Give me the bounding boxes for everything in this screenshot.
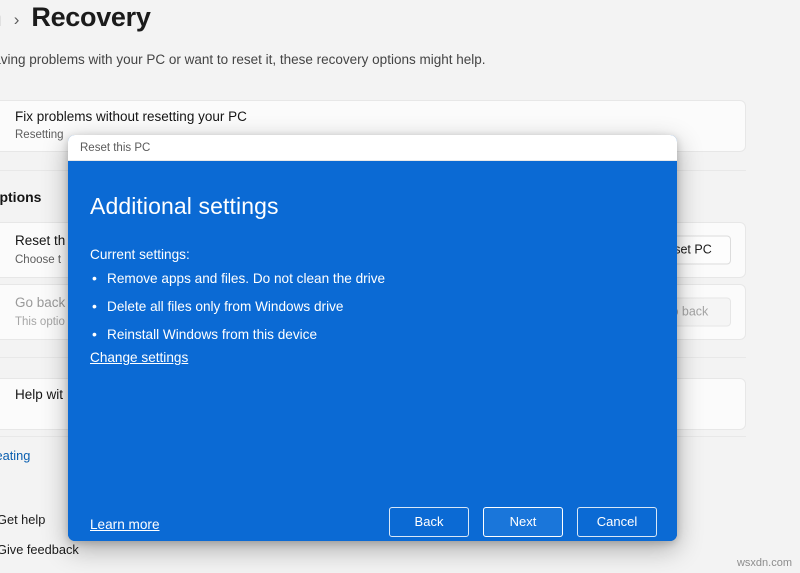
row-subtitle: Choose t: [15, 254, 62, 266]
current-settings-list: Remove apps and files. Do not clean the …: [90, 270, 385, 355]
list-item: Remove apps and files. Do not clean the …: [90, 270, 385, 286]
learn-more-link[interactable]: Learn more: [90, 517, 160, 532]
page-description: re having problems with your PC or want …: [0, 52, 486, 67]
dialog-titlebar[interactable]: Reset this PC: [68, 135, 677, 161]
row-title: Fix problems without resetting your PC: [15, 109, 247, 124]
breadcrumb-parent[interactable]: stem: [0, 2, 2, 33]
page-title: Recovery: [31, 2, 151, 32]
row-subtitle: Resetting: [15, 129, 64, 141]
list-item: Delete all files only from Windows drive: [90, 298, 385, 314]
get-help-link[interactable]: Get help: [0, 512, 45, 527]
row-subtitle: This optio: [15, 316, 65, 328]
screenshot-root: stem › Recovery re having problems with …: [0, 0, 800, 573]
reset-this-pc-dialog: Reset this PC Additional settings Curren…: [68, 135, 677, 541]
row-title: Reset th: [15, 233, 66, 248]
section-heading: ery options: [0, 189, 42, 205]
breadcrumb: stem › Recovery: [0, 2, 151, 33]
watermark: wsxdn.com: [736, 557, 792, 569]
back-button[interactable]: Back: [389, 507, 469, 537]
dialog-body: Additional settings Current settings: Re…: [68, 161, 677, 541]
dialog-button-group: Back Next Cancel: [389, 507, 657, 537]
list-item: Reinstall Windows from this device: [90, 326, 385, 342]
row-title: Help wit: [15, 387, 64, 402]
change-settings-link[interactable]: Change settings: [90, 350, 188, 365]
dialog-heading: Additional settings: [90, 193, 279, 219]
dialog-subheading: Current settings:: [90, 247, 190, 262]
row-title: Go back: [15, 295, 66, 310]
dialog-title: Reset this PC: [80, 141, 151, 154]
cancel-button[interactable]: Cancel: [577, 507, 657, 537]
creating-link[interactable]: Creating: [0, 448, 30, 463]
chevron-right-icon: ›: [13, 9, 20, 29]
give-feedback-link[interactable]: Give feedback: [0, 542, 79, 557]
next-button[interactable]: Next: [483, 507, 563, 537]
